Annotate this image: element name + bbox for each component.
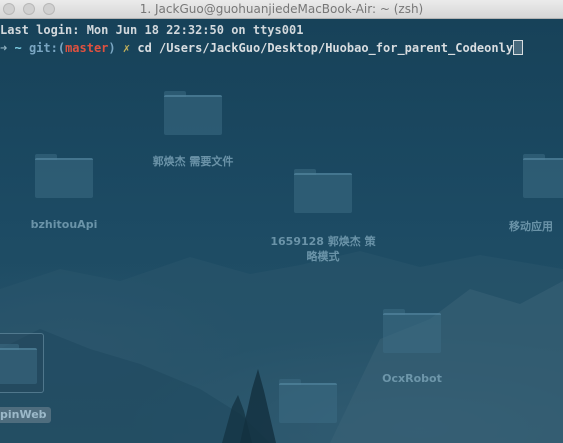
git-suffix: )	[108, 41, 116, 55]
last-login-line: Last login: Mon Jun 18 22:32:50 on ttys0…	[0, 23, 304, 37]
folder-icon	[0, 344, 37, 384]
desktop-folder-label: 郭焕杰 需要文件	[152, 155, 234, 168]
folder-icon	[294, 169, 352, 213]
desktop-folder-label: OcxRobot	[382, 372, 442, 385]
folder-icon	[35, 154, 93, 198]
desktop-folder-label: 1659128 郭焕杰 策	[270, 235, 376, 248]
dirty-mark-icon: ✗	[122, 41, 131, 55]
terminal-content[interactable]: 郭焕杰 需要文件 bzhitouApi 1659128 郭焕杰 策 略模式 移动…	[0, 19, 563, 443]
desktop-folder-label: bzhitouApi	[30, 218, 98, 231]
prompt-line[interactable]: ➜ ~ git:(master) ✗ cd /Users/JackGuo/Des…	[0, 40, 524, 55]
desktop-selected-label: pinWeb	[0, 407, 51, 423]
git-branch: master	[65, 41, 109, 55]
folder-icon	[523, 154, 563, 198]
text-cursor	[513, 40, 524, 55]
desktop-folder-label-line2: 略模式	[306, 250, 340, 263]
prompt-directory: ~	[14, 41, 22, 55]
prompt-arrow-icon: ➜	[0, 41, 8, 55]
terminal-window: 1. JackGuo@guohuanjiedeMacBook-Air: ~ (z…	[0, 0, 563, 443]
command-input[interactable]: cd /Users/JackGuo/Desktop/Huobao_for_par…	[137, 41, 513, 55]
folder-icon	[279, 379, 337, 423]
folder-icon	[164, 91, 222, 135]
folder-icon	[383, 309, 441, 353]
desktop-folder-label: 移动应用	[509, 220, 553, 233]
desktop-selected-item[interactable]	[0, 333, 44, 393]
window-title: 1. JackGuo@guohuanjiedeMacBook-Air: ~ (z…	[139, 2, 424, 16]
title-bar[interactable]: 1. JackGuo@guohuanjiedeMacBook-Air: ~ (z…	[0, 0, 563, 19]
git-prefix: git:(	[28, 41, 66, 55]
